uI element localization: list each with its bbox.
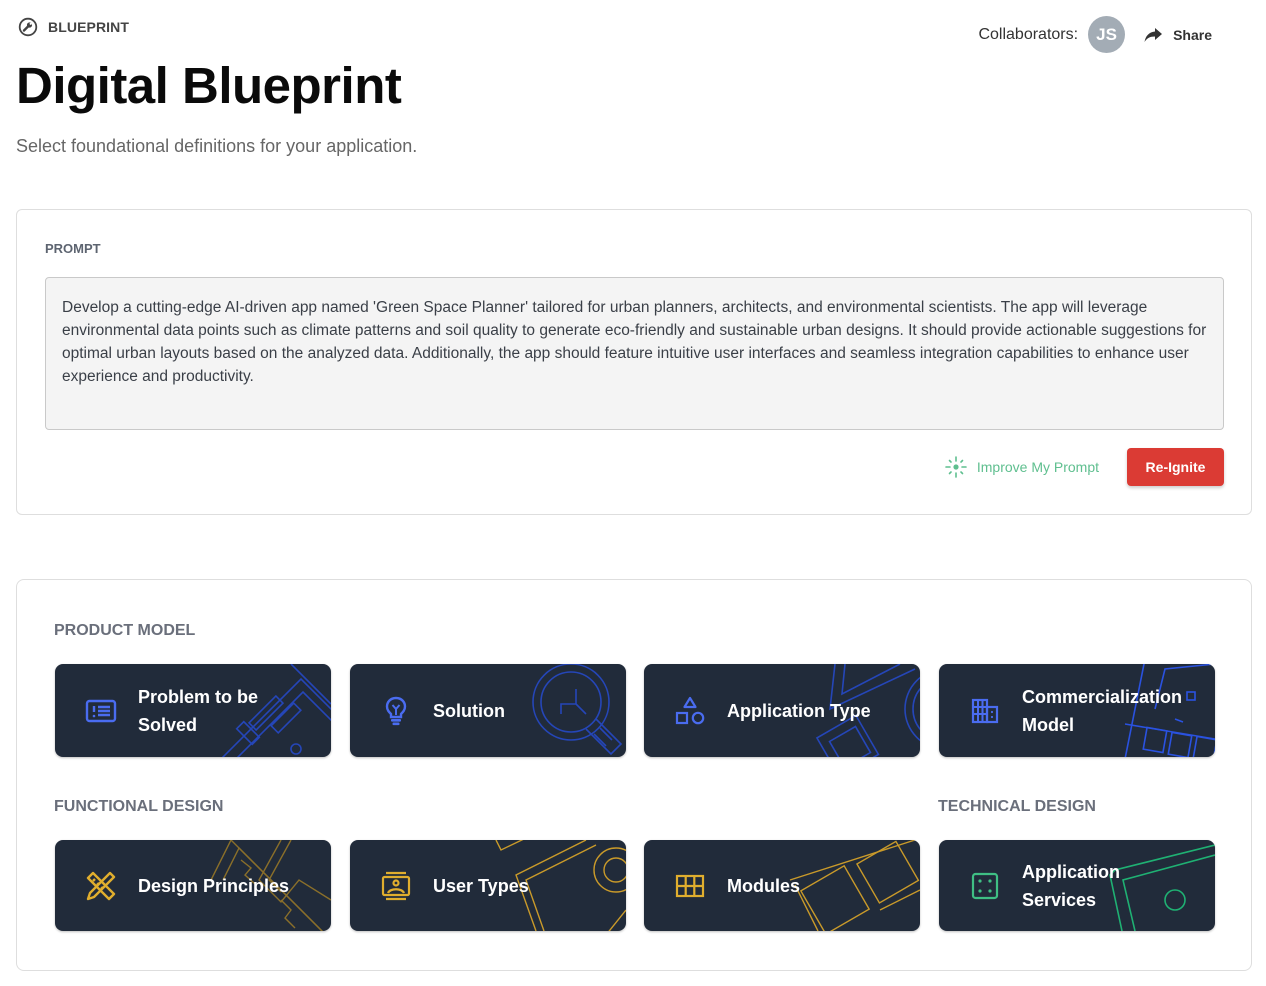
shapes-icon	[675, 696, 705, 724]
tile-solution[interactable]: Solution	[350, 664, 626, 757]
tile-label: Application Type	[727, 700, 871, 721]
section-label-product-model: PRODUCT MODEL	[54, 622, 196, 639]
tile-design-principles[interactable]: Design Principles	[55, 840, 331, 931]
lightbulb-icon	[385, 696, 407, 725]
tile-application-type[interactable]: Application Type	[644, 664, 920, 757]
collaborators-label: Collaborators:	[978, 25, 1079, 43]
tile-label: Design Principles	[138, 875, 290, 896]
prompt-actions: Improve My Prompt Re-Ignite	[945, 448, 1224, 486]
prompt-card: PROMPT Develop a cutting-edge AI-driven …	[16, 209, 1252, 515]
tile-label: Modules	[727, 875, 801, 896]
avatar[interactable]: JS	[1088, 16, 1126, 53]
dice-icon	[971, 872, 999, 899]
tile-label: Application Services	[1022, 861, 1120, 910]
user-portrait-icon	[381, 871, 411, 900]
tile-label: Problem to be Solved	[138, 686, 259, 735]
page-title: Digital Blueprint	[16, 57, 402, 114]
page-subtitle: Select foundational definitions for your…	[16, 136, 418, 156]
grid-icon	[675, 874, 705, 897]
share-label: Share	[1173, 26, 1212, 43]
ruler-pencil-icon	[86, 871, 116, 900]
building-icon	[971, 698, 999, 723]
improve-prompt-button[interactable]: Improve My Prompt	[945, 456, 1099, 478]
section-label-technical-design: TECHNICAL DESIGN	[938, 798, 1096, 815]
tile-user-types[interactable]: User Types	[350, 840, 626, 931]
tile-commercialization-model[interactable]: Commercialization Model	[939, 664, 1215, 757]
breadcrumb-label: BLUEPRINT	[48, 19, 130, 35]
re-ignite-button[interactable]: Re-Ignite	[1127, 448, 1224, 486]
sparkle-icon	[945, 456, 967, 478]
tile-label: User Types	[433, 875, 529, 896]
prompt-textarea[interactable]: Develop a cutting-edge AI-driven app nam…	[45, 277, 1224, 430]
improve-prompt-label: Improve My Prompt	[976, 459, 1099, 475]
tile-modules[interactable]: Modules	[644, 840, 920, 931]
tile-application-services[interactable]: Application Services	[939, 840, 1215, 931]
wrench-icon	[18, 17, 38, 37]
section-label-functional-design: FUNCTIONAL DESIGN	[54, 798, 224, 815]
problem-list-icon	[85, 699, 117, 722]
tile-label: Solution	[433, 700, 505, 721]
tile-label: Commercialization Model	[1022, 686, 1183, 735]
breadcrumb: BLUEPRINT	[18, 17, 129, 37]
tile-problem-to-be-solved[interactable]: Problem to be Solved	[55, 664, 331, 757]
share-arrow-icon	[1144, 27, 1163, 42]
blueprint-sections-card: PRODUCT MODEL Problem to be Solved Solut…	[16, 579, 1252, 971]
prompt-label: PROMPT	[45, 241, 101, 256]
collaborators-bar: Collaborators: JS Share	[978, 16, 1212, 53]
share-button[interactable]: Share	[1143, 27, 1212, 43]
